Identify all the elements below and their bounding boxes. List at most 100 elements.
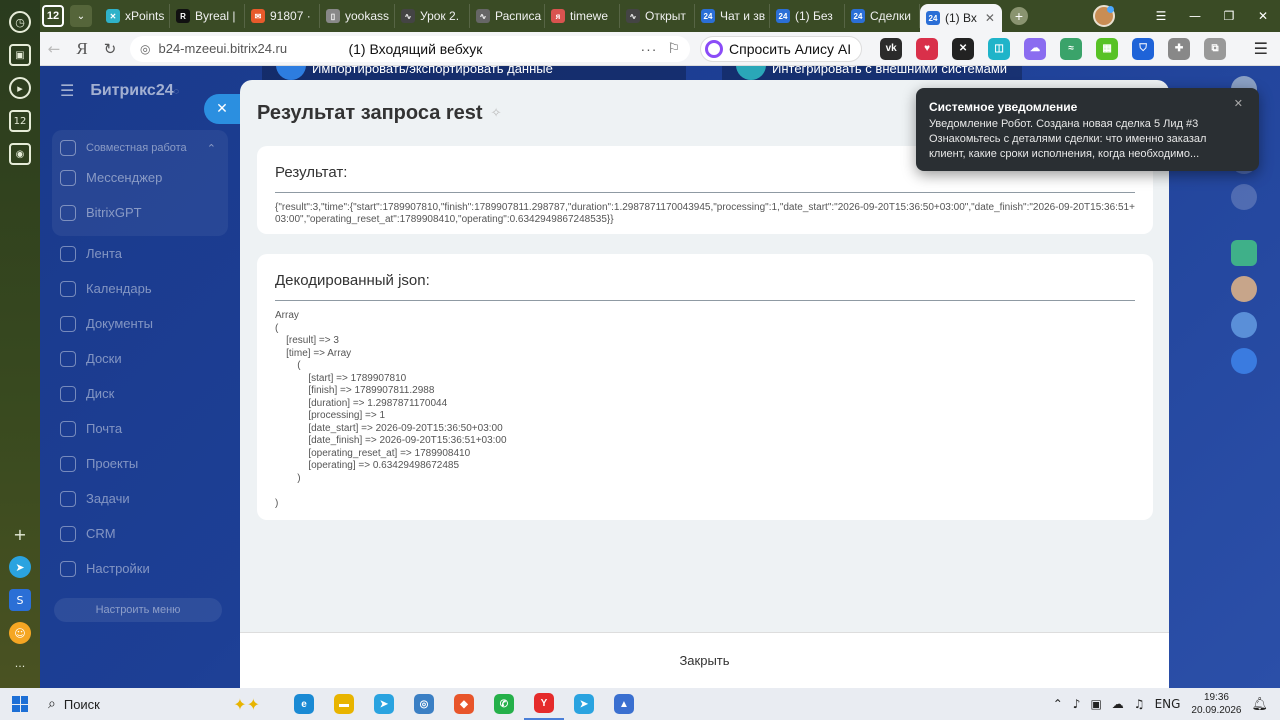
- telegram-icon[interactable]: ➤: [9, 556, 31, 578]
- tab-7[interactable]: ∿ Открыт: [620, 4, 695, 28]
- tab-2[interactable]: ✉ 91807 ·: [245, 4, 320, 28]
- bitrix-logo[interactable]: ☰ Битрикс24 ◌: [60, 81, 179, 100]
- sidebar-item-0[interactable]: Мессенджер: [52, 160, 228, 195]
- chat-icon[interactable]: [1231, 312, 1257, 338]
- tab-8[interactable]: 24 Чат и зв: [695, 4, 770, 28]
- search-chat-icon[interactable]: [1231, 184, 1257, 210]
- sidebar-item-2[interactable]: Лента: [52, 236, 228, 271]
- close-window-button[interactable]: ✕: [1246, 0, 1280, 32]
- configure-menu-button[interactable]: Настроить меню: [54, 598, 222, 622]
- calendar-app-icon[interactable]: [1231, 240, 1257, 266]
- sidebar-item-6[interactable]: Диск: [52, 376, 228, 411]
- tab-9[interactable]: 24 (1) Без: [770, 4, 845, 28]
- taskbar-app-photos[interactable]: ▲: [604, 688, 644, 720]
- tab-6[interactable]: я timewe: [545, 4, 620, 28]
- bookmark-icon[interactable]: ⚐: [667, 41, 680, 57]
- contact-avatar-icon[interactable]: [1231, 276, 1257, 302]
- integrate-card-label: Интегрировать с внешними системами: [772, 66, 1008, 76]
- sidebar-item-7[interactable]: Почта: [52, 411, 228, 446]
- tab-4[interactable]: ∿ Урок 2.: [395, 4, 470, 28]
- bookmark-app-icon[interactable]: [1231, 348, 1257, 374]
- history-icon[interactable]: ◷: [9, 11, 31, 33]
- address-input[interactable]: ◎ b24-mzeeui.bitrix24.ru (1) Входящий ве…: [130, 35, 690, 62]
- taskbar-app-edge[interactable]: e: [284, 688, 324, 720]
- notification-close-icon[interactable]: ✕: [1234, 97, 1243, 110]
- taskbar-app-brave[interactable]: ◆: [444, 688, 484, 720]
- new-tab-button[interactable]: +: [1009, 7, 1028, 25]
- system-notification[interactable]: Системное уведомление Уведомление Робот.…: [916, 88, 1259, 171]
- bitrix-logo-text: Битрикс24: [90, 81, 174, 99]
- sidebar-item-3[interactable]: Календарь: [52, 271, 228, 306]
- taskbar-search[interactable]: ⌕ Поиск ✦✦: [40, 688, 260, 720]
- minimize-button[interactable]: —: [1178, 0, 1212, 32]
- tab-1[interactable]: R Byreal |: [170, 4, 245, 28]
- collections-icon[interactable]: ▣: [9, 44, 31, 66]
- yandex-home-button[interactable]: Я: [68, 35, 96, 63]
- screenshot-icon[interactable]: ◉: [9, 143, 31, 165]
- taskbar-app-whatsapp[interactable]: ✆: [484, 688, 524, 720]
- sidebar-item-10[interactable]: CRM: [52, 516, 228, 551]
- extension-heart-icon[interactable]: ♥: [916, 37, 939, 60]
- taskbar-app-explorer[interactable]: ▬: [324, 688, 364, 720]
- notification-bell-icon[interactable]: 🔔︎: [1251, 697, 1268, 712]
- back-button[interactable]: ←: [40, 35, 68, 63]
- tab-0[interactable]: ✕ xPoints: [100, 4, 170, 28]
- clock[interactable]: 19:36 20.09.2026: [1191, 691, 1241, 717]
- extension-tab-icon[interactable]: ⧉: [1204, 37, 1227, 60]
- tab-3[interactable]: ▯ yookass: [320, 4, 395, 28]
- start-button[interactable]: [0, 688, 40, 720]
- extension-shield-icon[interactable]: ⛉: [1132, 37, 1155, 60]
- close-button[interactable]: Закрыть: [679, 653, 729, 668]
- sidebar-item-4[interactable]: Документы: [52, 306, 228, 341]
- sidebar-item-11[interactable]: Настройки: [52, 551, 228, 586]
- extension-square-icon[interactable]: ◫: [988, 37, 1011, 60]
- extension-wifi-icon[interactable]: ≈: [1060, 37, 1083, 60]
- tabs-count-icon[interactable]: 12: [9, 110, 31, 132]
- app-s-icon[interactable]: S: [9, 589, 31, 611]
- tab-10[interactable]: 24 Сделки: [845, 4, 920, 28]
- extension-grid-icon[interactable]: ▦: [1096, 37, 1119, 60]
- extension-cloud-icon[interactable]: ☁: [1024, 37, 1047, 60]
- tab-close-icon[interactable]: ✕: [985, 11, 995, 25]
- tray-chevron-icon[interactable]: ⌃: [1053, 697, 1063, 711]
- mic-icon[interactable]: ♪: [1073, 697, 1081, 711]
- more-icon[interactable]: ···: [640, 41, 657, 57]
- menu-group-title[interactable]: Совместная работа ⌃: [52, 136, 228, 160]
- smile-icon[interactable]: ☺: [9, 622, 31, 644]
- app-tray-icon[interactable]: ▣: [1090, 697, 1101, 711]
- volume-icon[interactable]: ♫: [1134, 697, 1145, 711]
- tab-label: (1) Вх: [945, 11, 977, 25]
- extensions-puzzle-icon[interactable]: ✚: [1168, 37, 1191, 60]
- taskbar-app-telegram2[interactable]: ➤: [564, 688, 604, 720]
- import-export-card[interactable]: Импортировать/экспортировать данные: [262, 66, 686, 80]
- lang-indicator[interactable]: ENG: [1155, 697, 1181, 711]
- sidebar-item-1[interactable]: BitrixGPT: [52, 195, 228, 230]
- taskbar-app-telegram[interactable]: ➤: [364, 688, 404, 720]
- taskbar-app-yandex[interactable]: Y: [524, 688, 564, 720]
- add-panel-icon[interactable]: +: [9, 523, 31, 545]
- integrate-card[interactable]: Интегрировать с внешними системами: [722, 66, 1022, 80]
- tab-list-chevron-icon[interactable]: ⌄: [70, 5, 92, 27]
- more-icon[interactable]: ···: [9, 655, 31, 677]
- media-icon[interactable]: ▸: [9, 77, 31, 99]
- tab-count-badge[interactable]: 12: [42, 5, 64, 27]
- pin-icon[interactable]: ✧: [491, 106, 502, 121]
- taskbar-app-app[interactable]: ◎: [404, 688, 444, 720]
- sidebar-item-9[interactable]: Задачи: [52, 481, 228, 516]
- extension-x-icon[interactable]: ✕: [952, 37, 975, 60]
- network-icon[interactable]: ☁: [1112, 697, 1124, 711]
- browser-menu-icon[interactable]: ☰: [1254, 39, 1268, 58]
- tab-bar: 12 ⌄ ✕ xPoints R Byreal | ✉ 91807 · ▯ yookass ∿ У…: [40, 0, 1280, 32]
- site-info-icon[interactable]: ◎: [140, 42, 150, 56]
- hamburger-icon[interactable]: ☰: [60, 81, 74, 100]
- extension-vk-icon[interactable]: vk: [880, 37, 903, 60]
- reload-button[interactable]: ↻: [96, 35, 124, 63]
- tab-active[interactable]: 24 (1) Вх ✕: [920, 4, 1002, 32]
- bookmarks-icon[interactable]: ☰: [1144, 0, 1178, 32]
- tab-5[interactable]: ∿ Расписа: [470, 4, 545, 28]
- sidebar-item-8[interactable]: Проекты: [52, 446, 228, 481]
- restore-button[interactable]: ❐: [1212, 0, 1246, 32]
- ask-alice-button[interactable]: Спросить Алису AI: [700, 35, 863, 62]
- sidebar-item-5[interactable]: Доски: [52, 341, 228, 376]
- slider-close-button[interactable]: ✕: [204, 94, 240, 124]
